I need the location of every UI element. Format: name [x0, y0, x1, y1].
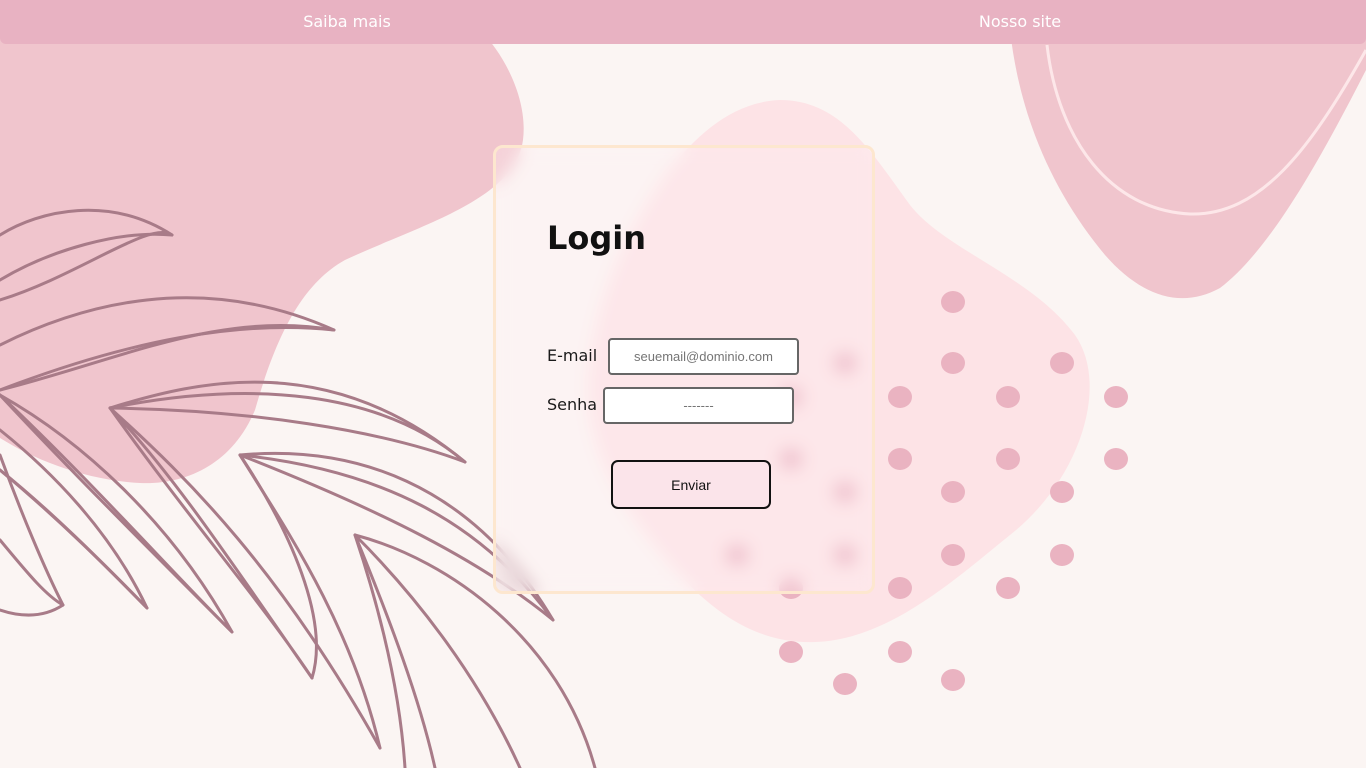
decor-dot [996, 448, 1020, 470]
password-label: Senha [547, 395, 598, 414]
decor-dot [779, 641, 803, 663]
decor-dot [941, 291, 965, 313]
decor-dot [888, 386, 912, 408]
decor-dot [941, 481, 965, 503]
nav-link-saiba-mais[interactable]: Saiba mais [303, 0, 391, 44]
decor-dot [996, 577, 1020, 599]
email-input[interactable] [608, 338, 799, 375]
decor-dot [888, 577, 912, 599]
pink-blob-top-left [0, 30, 524, 484]
login-title: Login [547, 219, 647, 257]
decor-dot [833, 673, 857, 695]
decor-dot [888, 448, 912, 470]
decor-dot [888, 641, 912, 663]
pink-blob-top-right [1010, 30, 1366, 299]
nav-link-nosso-site[interactable]: Nosso site [979, 0, 1061, 44]
decor-dot [1104, 448, 1128, 470]
decor-dot [941, 352, 965, 374]
submit-button[interactable]: Enviar [611, 460, 771, 509]
decor-dot [941, 669, 965, 691]
decor-dot [941, 544, 965, 566]
decor-dot [1050, 544, 1074, 566]
decor-dot [996, 386, 1020, 408]
password-input[interactable] [603, 387, 794, 424]
top-nav-bar: Saiba mais Nosso site [0, 0, 1366, 44]
decor-dot [1104, 386, 1128, 408]
email-label: E-mail [547, 346, 598, 365]
decor-dot [1050, 481, 1074, 503]
login-card: Login E-mail Senha Enviar [493, 145, 875, 594]
decor-dot [1050, 352, 1074, 374]
